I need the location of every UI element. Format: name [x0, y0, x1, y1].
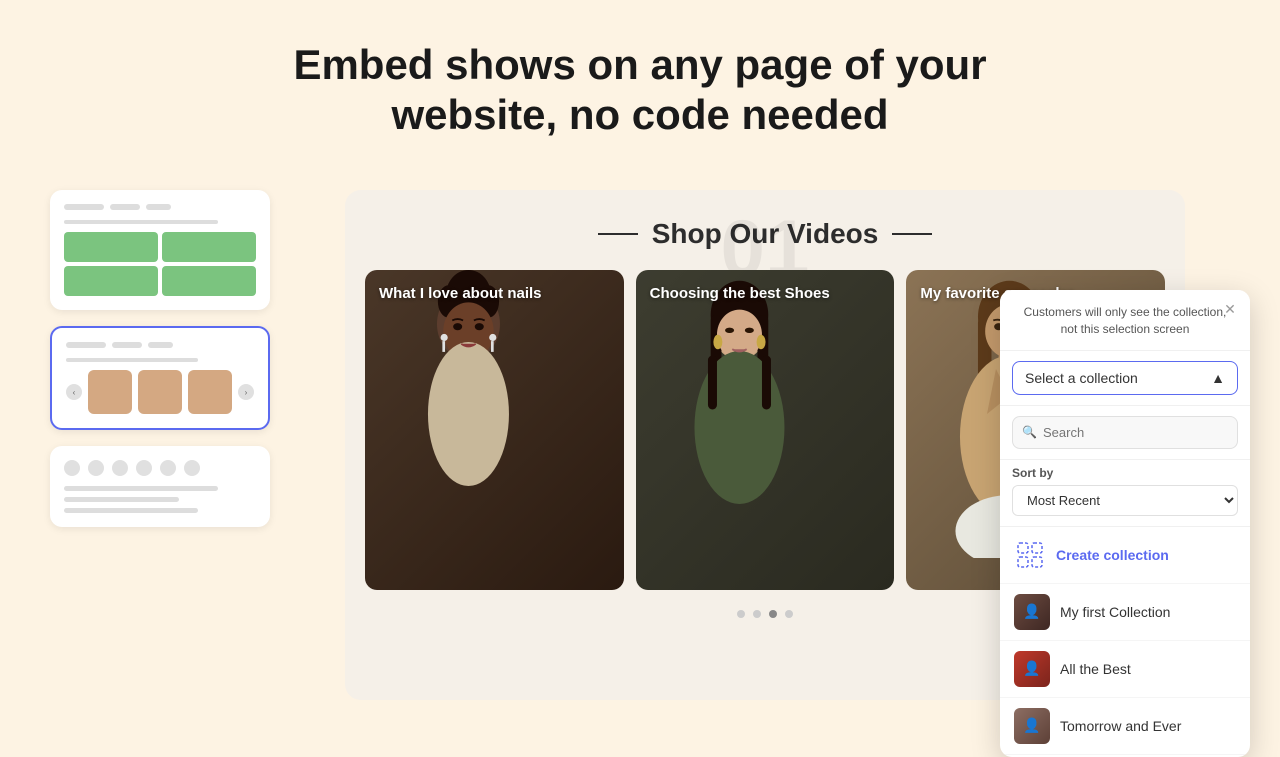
title-dash-left — [598, 233, 638, 235]
dot-4[interactable] — [785, 610, 793, 618]
thumb-header-1 — [64, 204, 256, 210]
carousel-next-arrow[interactable]: › — [238, 384, 254, 400]
select-collection-row: Select a collection ▲ — [1000, 351, 1250, 406]
sort-select[interactable]: Most Recent — [1012, 485, 1238, 516]
thumb-card-dots[interactable] — [50, 446, 270, 527]
thumb-cell — [162, 232, 256, 262]
thumb-card-grid[interactable] — [50, 190, 270, 310]
hero-title-line1: Embed shows on any page of your — [293, 41, 986, 88]
dot-2[interactable] — [753, 610, 761, 618]
search-wrap: 🔍 — [1012, 416, 1238, 449]
hero-title-line2: website, no code needed — [391, 91, 888, 138]
collection-item-0[interactable]: 👤 My first Collection — [1000, 584, 1250, 641]
video-person-svg-2 — [636, 270, 843, 558]
carousel-prev-arrow[interactable]: ‹ — [66, 384, 82, 400]
thumb-dot — [136, 460, 152, 476]
carousel-item — [188, 370, 232, 414]
collection-thumb-0: 👤 — [1014, 594, 1050, 630]
dropdown-tooltip: Customers will only see the collection, … — [1000, 290, 1250, 351]
thumb-dots-row — [64, 460, 256, 476]
search-icon: 🔍 — [1022, 425, 1037, 439]
select-collection-box[interactable]: Select a collection ▲ — [1012, 361, 1238, 395]
video-card-2[interactable]: Choosing the best Shoes — [636, 270, 895, 590]
collection-thumb-img-1: 👤 — [1014, 651, 1050, 687]
thumb-dot — [88, 460, 104, 476]
collection-thumb-img-2: 👤 — [1014, 708, 1050, 744]
thumb-dot — [184, 460, 200, 476]
left-sidebar: ‹ › — [50, 190, 270, 527]
thumb-line — [112, 342, 142, 348]
collection-list: Create collection 👤 My first Collection … — [1000, 527, 1250, 757]
tooltip-text: Customers will only see the collection, … — [1024, 305, 1227, 336]
thumb-carousel: ‹ › — [66, 370, 254, 414]
thumb-line — [64, 204, 104, 210]
collection-name-0: My first Collection — [1060, 604, 1170, 620]
create-collection-item[interactable]: Create collection — [1000, 527, 1250, 584]
thumb-line — [148, 342, 173, 348]
thumb-line — [64, 486, 218, 491]
video-person-svg-1 — [365, 270, 572, 558]
thumb-line — [146, 204, 171, 210]
collection-thumb-img-0: 👤 — [1014, 594, 1050, 630]
search-row: 🔍 — [1000, 406, 1250, 460]
sort-label: Sort by — [1012, 466, 1238, 480]
create-collection-label: Create collection — [1056, 547, 1169, 563]
carousel-item — [138, 370, 182, 414]
thumb-dot — [64, 460, 80, 476]
search-input[interactable] — [1012, 416, 1238, 449]
thumb-line — [64, 497, 179, 502]
thumb-subline — [64, 220, 218, 224]
collection-thumb-2: 👤 — [1014, 708, 1050, 744]
hero-title: Embed shows on any page of your website,… — [0, 0, 1280, 171]
thumb-line — [66, 342, 106, 348]
collection-thumb-1: 👤 — [1014, 651, 1050, 687]
carousel-item — [88, 370, 132, 414]
thumb-cell — [162, 266, 256, 296]
chevron-up-icon: ▲ — [1211, 370, 1225, 386]
thumb-line — [64, 508, 198, 513]
thumb-subline — [66, 358, 198, 362]
select-placeholder: Select a collection — [1025, 370, 1138, 386]
video-card-1[interactable]: What I love about nails — [365, 270, 624, 590]
thumb-cell — [64, 232, 158, 262]
tooltip-close-button[interactable]: ✕ — [1220, 300, 1240, 320]
collection-item-1[interactable]: 👤 All the Best — [1000, 641, 1250, 698]
sort-row: Sort by Most Recent — [1000, 460, 1250, 527]
create-collection-icon — [1014, 539, 1046, 571]
thumb-dot — [160, 460, 176, 476]
thumb-cell — [64, 266, 158, 296]
video-label-1: What I love about nails — [379, 284, 542, 304]
collection-item-3[interactable]: 👜 Bringing together bags — [1000, 755, 1250, 757]
collection-item-2[interactable]: 👤 Tomorrow and Ever — [1000, 698, 1250, 755]
thumb-header-2 — [66, 342, 254, 348]
thumb-dot — [112, 460, 128, 476]
shop-section-title: 01 Shop Our Videos — [345, 190, 1185, 270]
video-label-2: Choosing the best Shoes — [650, 284, 830, 304]
collection-name-1: All the Best — [1060, 661, 1131, 677]
collection-dropdown-panel: Customers will only see the collection, … — [1000, 290, 1250, 757]
dot-3[interactable] — [769, 610, 777, 618]
thumb-card-carousel[interactable]: ‹ › — [50, 326, 270, 430]
thumb-grid — [64, 232, 256, 296]
dot-1[interactable] — [737, 610, 745, 618]
title-dash-right — [892, 233, 932, 235]
thumb-line — [110, 204, 140, 210]
